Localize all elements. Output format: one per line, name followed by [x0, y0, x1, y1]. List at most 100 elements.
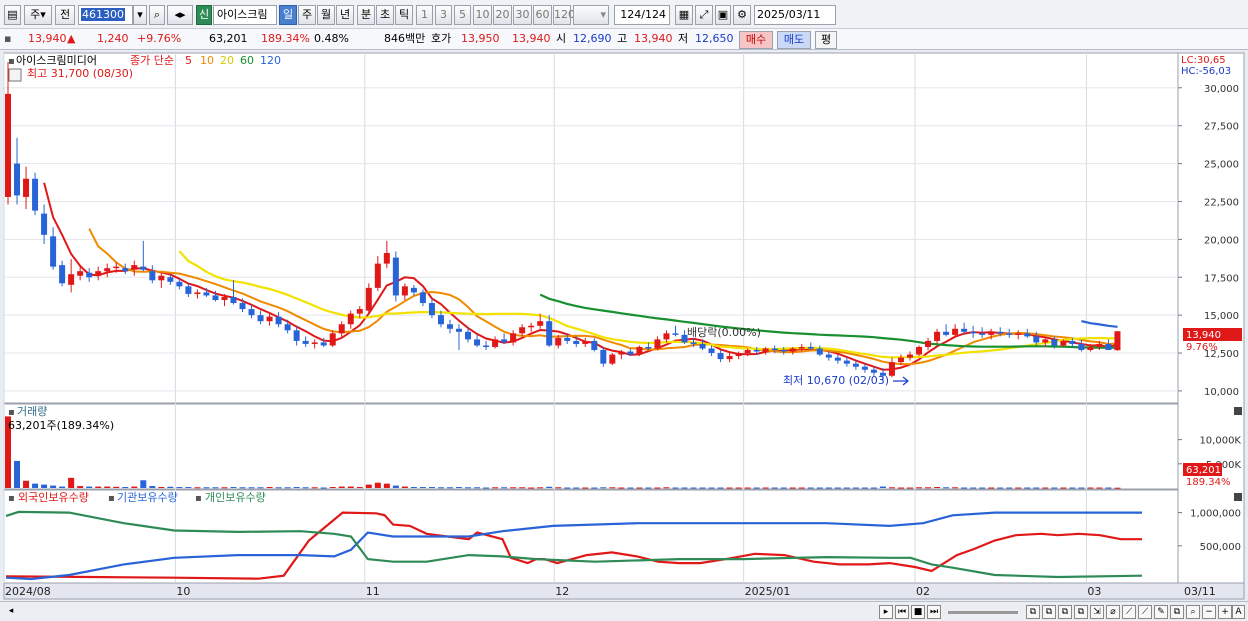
interval-60[interactable]: 60	[533, 5, 552, 25]
volume-bar-120	[1087, 487, 1094, 489]
stop-icon[interactable]: ■	[911, 605, 925, 619]
volume-note: 63,201주(189.34%)	[8, 419, 114, 432]
candle-body-106	[961, 328, 968, 332]
zoom-slider[interactable]	[948, 611, 1018, 614]
legend-individual[interactable]: 개인보유수량	[205, 491, 266, 504]
candle-body-88	[798, 346, 805, 349]
volume-bar-114	[1033, 487, 1040, 489]
tool-icon-5[interactable]: ⇲	[1090, 605, 1104, 619]
period-tick[interactable]: 틱	[395, 5, 413, 25]
period-week[interactable]: 주	[298, 5, 316, 25]
tool-icon-8[interactable]: ⟋	[1138, 605, 1152, 619]
crosshair-icon[interactable]: ⤢	[695, 5, 713, 25]
volume-bar-11	[104, 486, 111, 488]
scroll-right-icon[interactable]: ▸	[879, 605, 893, 619]
scroll-left-icon[interactable]: ◂	[4, 605, 18, 619]
tool-icon-9[interactable]: ✎	[1154, 605, 1168, 619]
legend-ma-120[interactable]: 120	[260, 54, 281, 67]
period-year-label: 년	[339, 8, 351, 21]
date-input[interactable]: 2025/03/11	[754, 5, 836, 25]
candle-body-104	[943, 331, 950, 335]
interval-1[interactable]: 1	[416, 5, 433, 25]
candle-body-67	[609, 354, 616, 364]
volume-bar-85	[771, 487, 778, 489]
eval-button[interactable]: 평	[815, 31, 837, 49]
sell-button[interactable]: 매도	[777, 31, 811, 49]
search-icon[interactable]: ⌕	[149, 5, 165, 25]
code-dropdown-icon[interactable]: ▾	[133, 5, 147, 25]
period-day[interactable]: 일	[279, 5, 297, 25]
grid-icon[interactable]: ▦	[675, 5, 693, 25]
candle-body-116	[1051, 339, 1058, 346]
candle-body-21	[194, 292, 201, 294]
tool-icon-1[interactable]: ⧉	[1026, 605, 1040, 619]
interval-3[interactable]: 3	[435, 5, 452, 25]
candle-body-10	[95, 271, 102, 276]
first-page-icon[interactable]: ⏮	[895, 605, 909, 619]
interval-10[interactable]: 10	[473, 5, 492, 25]
period-minute[interactable]: 분	[357, 5, 375, 25]
volume-bar-106	[961, 487, 968, 489]
market-select[interactable]: 주▾	[24, 5, 52, 25]
stock-chart[interactable]: 30,000 27,500 25,000 22,500 20,000 17,500 15,0…	[0, 51, 1248, 601]
legend-institution[interactable]: 기관보유수량	[117, 491, 178, 504]
tool-icon-3[interactable]: ⧉	[1058, 605, 1072, 619]
speaker-icon[interactable]: ◂▸	[167, 5, 193, 25]
dividend-annotation: 배당락(0.00%)	[687, 326, 761, 339]
period-year[interactable]: 년	[336, 5, 354, 25]
prev-button[interactable]: 전	[55, 5, 75, 25]
legend-ma-10[interactable]: 10	[200, 54, 214, 67]
interval-120[interactable]: 120	[553, 5, 575, 25]
screen-menu-icon[interactable]: ▤	[4, 5, 21, 25]
price-tag: 13,940	[1186, 330, 1221, 341]
interval-20[interactable]: 20	[493, 5, 512, 25]
tool-icon-2[interactable]: ⧉	[1042, 605, 1056, 619]
legend-stock-title[interactable]: 아이스크림미디어	[16, 54, 97, 67]
code-input[interactable]: 461300	[78, 5, 133, 25]
candle-body-52	[474, 339, 481, 346]
legend-ma-5[interactable]: 5	[185, 54, 192, 67]
font-size-icon[interactable]: A	[1232, 605, 1245, 619]
last-page-icon[interactable]: ⏭	[927, 605, 941, 619]
volume-bar-33	[302, 487, 309, 489]
volume-bar-35	[320, 487, 327, 489]
tool-icon-7[interactable]: ⟋	[1122, 605, 1136, 619]
legend-ma-prefix[interactable]: 종가 단순	[130, 54, 174, 67]
tool-icon-4[interactable]: ⧉	[1074, 605, 1088, 619]
volume-title[interactable]: 거래량	[17, 405, 47, 418]
period-minute-label: 분	[360, 8, 372, 21]
volume-close-icon[interactable]	[1234, 407, 1242, 415]
volume-bar-60	[546, 486, 553, 488]
interval-5[interactable]: 5	[454, 5, 471, 25]
period-week-label: 주	[301, 8, 313, 21]
volume-bar-46	[419, 487, 426, 489]
high-price: 13,940	[634, 32, 673, 45]
candle-body-87	[789, 348, 796, 352]
candle-body-11	[104, 268, 111, 272]
tool-icon-10[interactable]: ⧉	[1170, 605, 1184, 619]
low-annotation: 최저 10,670 (02/03)	[783, 374, 889, 387]
save-icon[interactable]: ▣	[715, 5, 731, 25]
period-month[interactable]: 월	[317, 5, 335, 25]
candle-body-84	[762, 348, 769, 352]
legend-ma-60[interactable]: 60	[240, 54, 254, 67]
minus-icon[interactable]: −	[1202, 605, 1216, 619]
plus-icon[interactable]: +	[1218, 605, 1232, 619]
legend-ma-20[interactable]: 20	[220, 54, 234, 67]
zoom-out-icon[interactable]: ⌕	[1186, 605, 1200, 619]
holdings-close-icon[interactable]	[1234, 493, 1242, 501]
legend-foreign[interactable]: 외국인보유수량	[18, 491, 89, 504]
interval-30[interactable]: 30	[513, 5, 532, 25]
settings-icon[interactable]: ⚙	[733, 5, 751, 25]
period-second[interactable]: 초	[376, 5, 394, 25]
candle-body-3	[32, 178, 39, 211]
tool-icon-6[interactable]: ⌀	[1106, 605, 1120, 619]
legend-sep-1: ▪	[108, 493, 115, 504]
buy-button[interactable]: 매수	[739, 31, 773, 49]
candle-body-24	[221, 296, 228, 300]
candle-body-30	[275, 316, 282, 325]
count-input[interactable]: 124/124	[614, 5, 670, 25]
interval-custom-select[interactable]: ▾	[573, 5, 609, 25]
volume-bar-28	[257, 487, 264, 489]
calendar-icon[interactable]	[8, 68, 22, 82]
